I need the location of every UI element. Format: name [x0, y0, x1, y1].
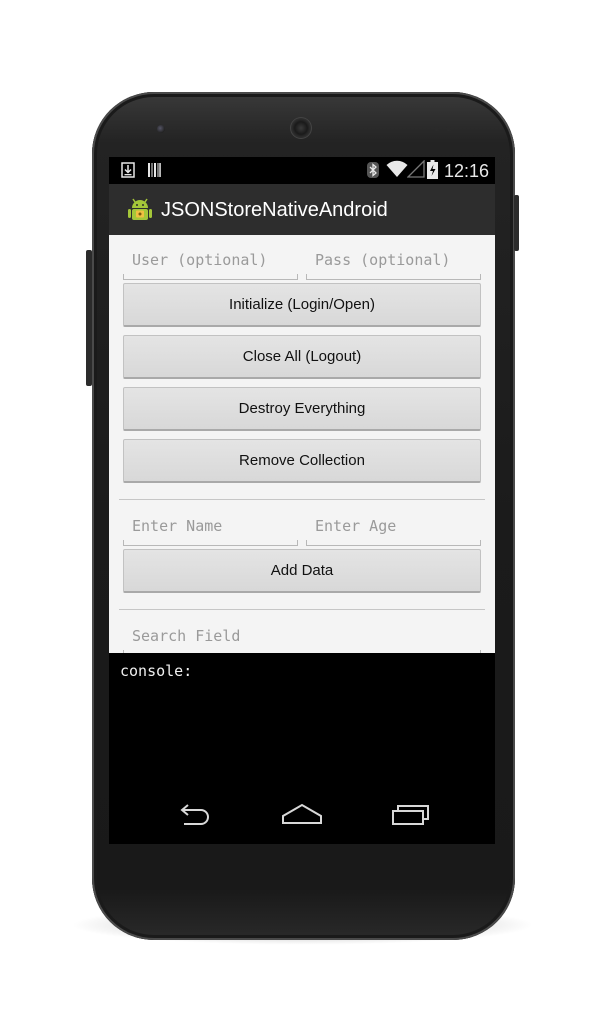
add-data-button[interactable]: Add Data: [123, 549, 481, 593]
search-input[interactable]: [123, 619, 481, 653]
home-icon[interactable]: [277, 801, 327, 829]
download-icon: [121, 162, 135, 181]
name-input[interactable]: [123, 509, 298, 543]
pass-field[interactable]: [306, 243, 481, 280]
proximity-sensor: [434, 126, 439, 131]
device-screen: 12:16 JSONStoreNativeAndroid Ini: [109, 157, 495, 844]
battery-icon: [427, 160, 438, 182]
console-label: console:: [120, 662, 193, 680]
earpiece-speaker: [290, 117, 312, 139]
recent-apps-icon[interactable]: [387, 801, 437, 829]
back-icon[interactable]: [171, 801, 221, 829]
age-input[interactable]: [306, 509, 481, 543]
destroy-everything-button[interactable]: Destroy Everything: [123, 387, 481, 431]
clock: 12:16: [443, 161, 489, 181]
volume-rocker: [86, 250, 92, 386]
user-input[interactable]: [123, 243, 298, 277]
navigation-bar: [109, 787, 495, 844]
barcode-icon: [147, 162, 161, 181]
signal-icon: [406, 159, 425, 181]
action-bar: JSONStoreNativeAndroid: [109, 184, 495, 235]
section-divider: [119, 499, 485, 500]
status-bar: 12:16: [109, 157, 495, 184]
user-field[interactable]: [123, 243, 298, 280]
pass-input[interactable]: [306, 243, 481, 277]
remove-collection-button[interactable]: Remove Collection: [123, 439, 481, 483]
name-field[interactable]: [123, 509, 298, 546]
close-all-button[interactable]: Close All (Logout): [123, 335, 481, 379]
front-camera: [157, 125, 165, 133]
bluetooth-icon: [367, 162, 379, 181]
android-app-icon: [126, 195, 154, 223]
section-divider: [119, 609, 485, 610]
main-content: Initialize (Login/Open) Close All (Logou…: [109, 235, 495, 653]
wifi-icon: [386, 160, 408, 181]
app-title: JSONStoreNativeAndroid: [161, 199, 388, 221]
light-sensor: [446, 126, 451, 131]
age-field[interactable]: [306, 509, 481, 546]
power-button: [514, 195, 519, 251]
search-field[interactable]: [123, 619, 481, 653]
initialize-button[interactable]: Initialize (Login/Open): [123, 283, 481, 327]
